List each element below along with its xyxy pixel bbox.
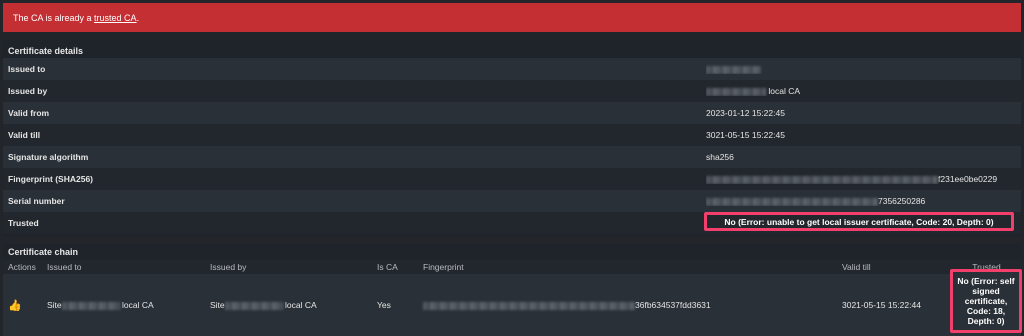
trusted-status-text: No (Error: unable to get local issuer ce… [724,216,994,227]
detail-value: sha256 [706,152,734,162]
redacted-value [423,301,635,310]
fingerprint-suffix: 36fb634537fdd3631 [635,300,711,310]
redacted-value [706,65,761,74]
alert-suffix: . [136,13,140,23]
detail-row-valid-till: Valid till 3021-05-15 15:22:45 [3,124,1021,146]
detail-value-text: local CA [768,86,801,96]
certificate-details: Certificate details Issued to Issued by … [3,40,1021,236]
detail-label: Fingerprint (SHA256) [8,174,94,184]
row-issued-to: Site local CA [43,300,210,310]
detail-row-fingerprint: Fingerprint (SHA256) f231ee0be0229 [3,168,1021,190]
detail-value [706,64,1021,74]
detail-row-serial-number: Serial number 7356250286 [3,190,1021,212]
detail-label: Serial number [8,196,65,206]
detail-row-signature-algorithm: Signature algorithm sha256 [3,146,1021,168]
detail-value: 3021-05-15 15:22:45 [706,130,785,140]
row-is-ca: Yes [377,300,391,310]
details-title: Certificate details [8,46,84,56]
chain-table-header: Actions Issued to Issued by Is CA Finger… [3,260,1021,274]
alert-text: The CA is already a [13,13,95,23]
issued-by-prefix: Site [210,300,225,310]
alert-banner: The CA is already a trusted CA. [3,3,1021,32]
redacted-value [706,175,938,184]
row-issued-by: Site local CA [210,300,377,310]
redacted-value [61,301,120,310]
col-issued-to: Issued to [47,262,82,272]
row-valid-till: 3021-05-15 15:22:44 [842,300,921,310]
redacted-value [706,87,766,96]
detail-label: Valid from [8,108,50,118]
thumbs-up-icon[interactable]: 👍 [8,299,22,312]
detail-label: Valid till [8,130,41,140]
redacted-value [224,301,283,310]
col-issued-by: Issued by [210,262,247,272]
issued-to-prefix: Site [47,300,62,310]
detail-label: Signature algorithm [8,152,89,162]
detail-row-issued-by: Issued by local CA [3,80,1021,102]
table-row: 👍 Site local CA Site local CA Yes 36fb63… [3,274,1021,336]
detail-value-text: 7356250286 [878,196,926,206]
detail-row-issued-to: Issued to [3,58,1021,80]
detail-value: local CA [706,86,1021,96]
certificate-chain: Certificate chain Actions Issued to Issu… [3,244,1021,336]
row-actions: 👍 [3,299,43,312]
chain-title: Certificate chain [8,247,79,257]
issued-to-suffix: local CA [122,300,154,310]
detail-label: Issued by [8,86,48,96]
detail-label: Issued to [8,64,46,74]
redacted-value [706,197,878,206]
detail-row-valid-from: Valid from 2023-01-12 15:22:45 [3,102,1021,124]
col-is-ca: Is CA [377,262,398,272]
col-valid-till: Valid till [842,262,871,272]
detail-value: 2023-01-12 15:22:45 [706,108,785,118]
chain-trusted-highlight: No (Error: self signed certificate, Code… [950,269,1022,333]
detail-value-text: f231ee0be0229 [938,174,998,184]
chain-trusted-text: No (Error: self signed certificate, Code… [957,276,1015,326]
col-actions: Actions [8,262,36,272]
detail-value: 7356250286 [706,196,1021,206]
detail-label: Trusted [8,218,39,228]
col-fingerprint: Fingerprint [423,262,464,272]
trusted-ca-link[interactable]: trusted CA [94,13,137,23]
trusted-status-highlight: No (Error: unable to get local issuer ce… [704,212,1014,231]
row-fingerprint: 36fb634537fdd3631 [423,300,842,310]
issued-by-suffix: local CA [285,300,317,310]
detail-value: f231ee0be0229 [706,174,1021,184]
